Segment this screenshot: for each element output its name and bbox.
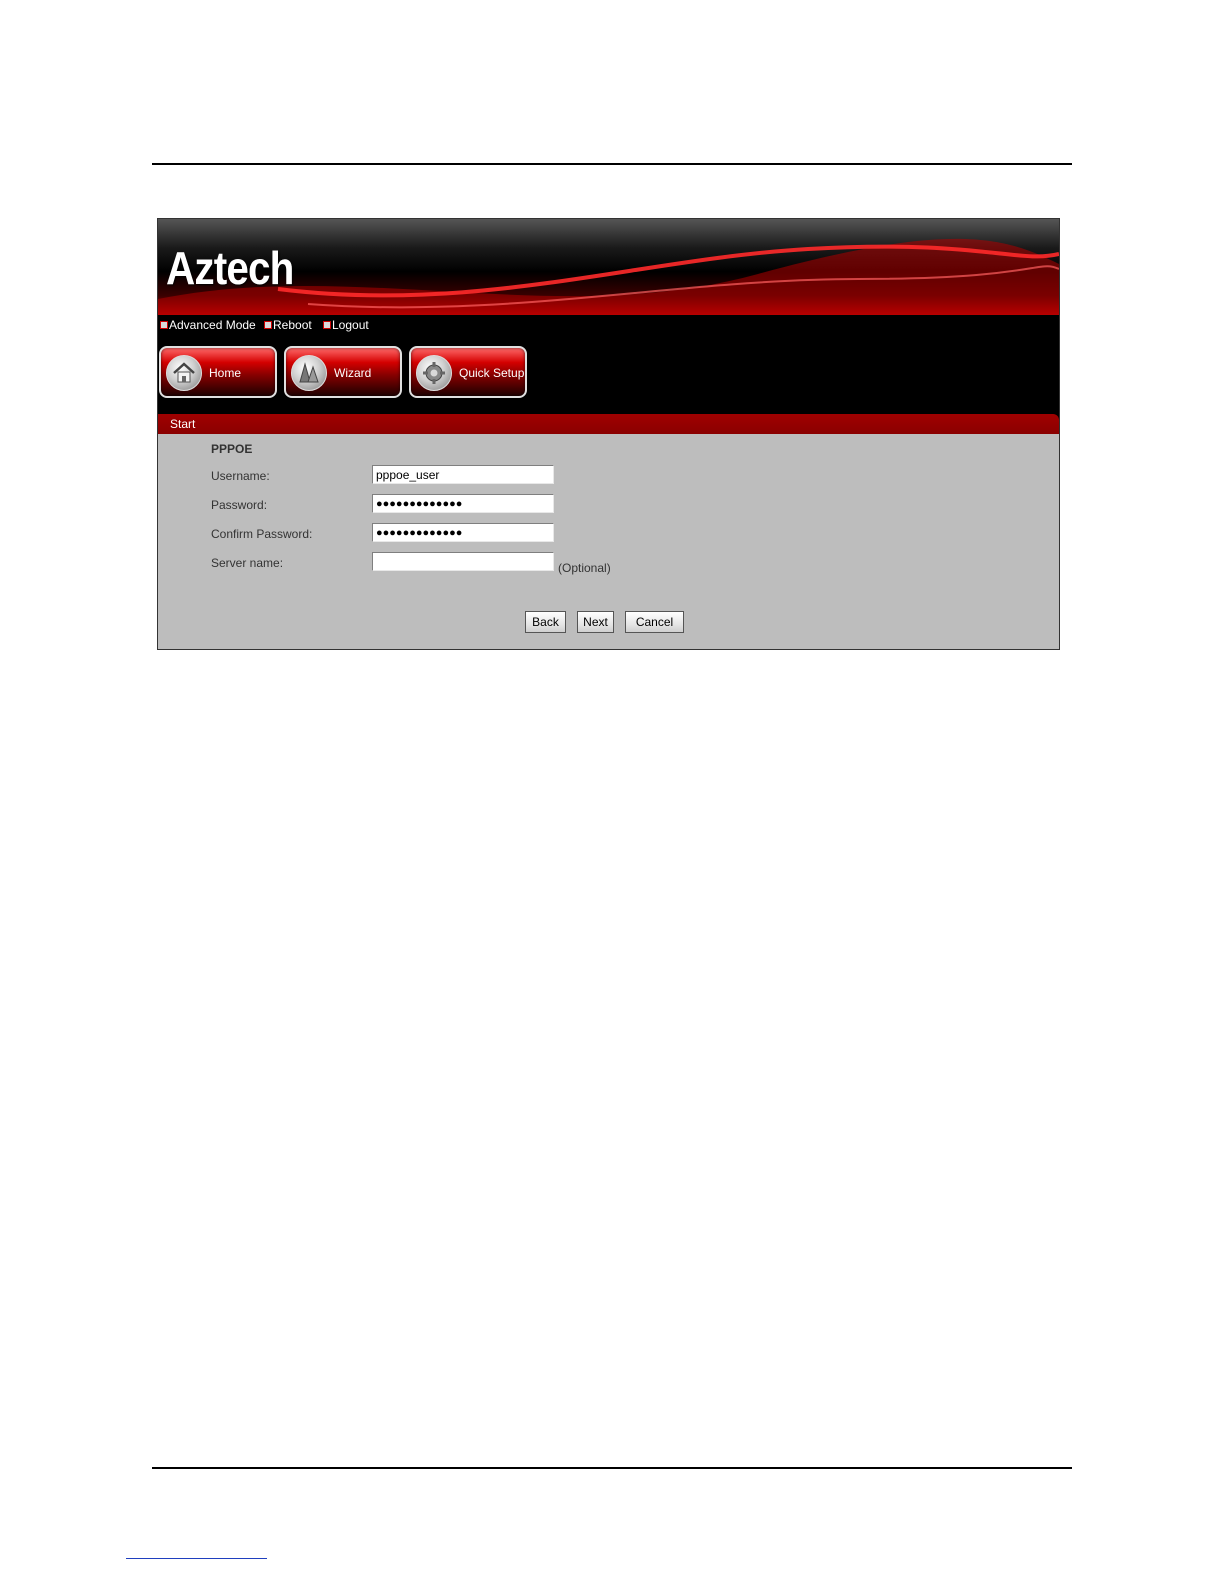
password-input[interactable]: ●●●●●●●●●●●●●: [372, 494, 554, 513]
router-admin-window: Aztech Advanced Mode Reboot Logout Home: [157, 218, 1060, 650]
server-name-optional-hint: (Optional): [558, 561, 611, 575]
server-name-input[interactable]: [372, 552, 554, 571]
page-header-rule: [152, 163, 1072, 165]
brand-logo: Aztech: [166, 242, 294, 294]
username-label: Username:: [211, 469, 270, 483]
section-tab-bar: Start: [158, 414, 1059, 434]
bullet-icon: [160, 321, 168, 329]
reboot-link[interactable]: Reboot: [264, 318, 312, 332]
advanced-mode-link[interactable]: Advanced Mode: [160, 318, 256, 332]
home-icon: [166, 355, 202, 391]
header-banner: Aztech: [158, 219, 1059, 315]
back-button[interactable]: Back: [525, 611, 566, 633]
nav-home-button[interactable]: Home: [159, 346, 277, 398]
server-name-label: Server name:: [211, 556, 284, 570]
password-label: Password:: [211, 498, 268, 512]
logout-link[interactable]: Logout: [323, 318, 369, 332]
quick-setup-icon: [416, 355, 452, 391]
bullet-icon: [264, 321, 272, 329]
footer-link-underline: [126, 1558, 267, 1559]
nav-home-label: Home: [209, 366, 242, 380]
nav-wizard-label: Wizard: [334, 366, 372, 380]
username-input[interactable]: pppoe_user: [372, 465, 554, 484]
logout-label: Logout: [332, 318, 369, 332]
page-footer-rule: [152, 1467, 1072, 1469]
nav-quick-setup-button[interactable]: Quick Setup: [409, 346, 527, 398]
nav-quick-setup-label: Quick Setup: [459, 366, 525, 380]
bullet-icon: [323, 321, 331, 329]
confirm-password-label: Confirm Password:: [211, 527, 313, 541]
next-button[interactable]: Next: [577, 611, 614, 633]
wizard-icon: [291, 355, 327, 391]
tab-start: Start: [170, 417, 196, 431]
top-link-bar: Advanced Mode Reboot Logout: [158, 315, 1059, 337]
nav-wizard-button[interactable]: Wizard: [284, 346, 402, 398]
advanced-mode-label: Advanced Mode: [169, 318, 256, 332]
reboot-label: Reboot: [273, 318, 312, 332]
confirm-password-input[interactable]: ●●●●●●●●●●●●●: [372, 523, 554, 542]
main-nav: Home Wizard Quick Setup: [158, 337, 1059, 414]
cancel-button[interactable]: Cancel: [625, 611, 684, 633]
form-section-title: PPPOE: [211, 442, 253, 456]
pppoe-form-panel: PPPOE Username: pppoe_user Password: ●●●…: [158, 434, 1059, 649]
